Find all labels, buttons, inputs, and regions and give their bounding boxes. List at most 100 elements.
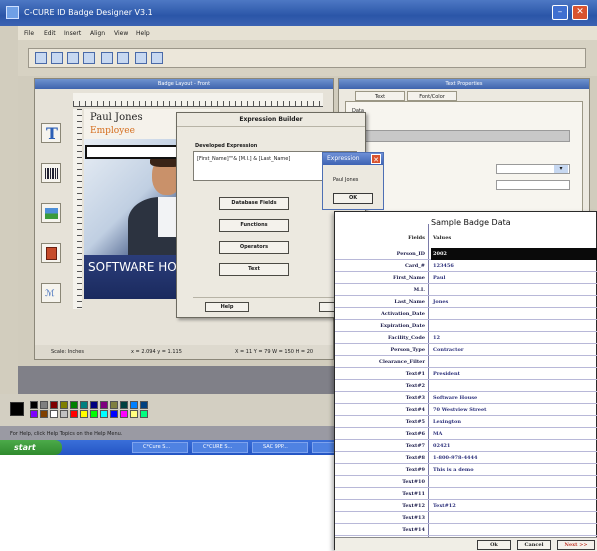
help-button[interactable]: Help xyxy=(205,302,249,312)
palette-swatch[interactable] xyxy=(40,410,48,418)
field-value-input[interactable] xyxy=(431,284,597,296)
paste-icon[interactable] xyxy=(101,52,113,64)
minimize-button[interactable]: – xyxy=(552,5,568,20)
badge-role-text[interactable]: Employee xyxy=(90,126,135,136)
barcode-tool-icon[interactable] xyxy=(41,163,61,183)
table-row: Text#3 Software House xyxy=(335,392,597,404)
palette-swatch[interactable] xyxy=(110,401,118,409)
field-value-input[interactable] xyxy=(431,524,597,536)
palette-swatch[interactable] xyxy=(40,401,48,409)
close-button[interactable]: ✕ xyxy=(572,5,588,20)
field-value-input[interactable]: Paul xyxy=(431,272,597,284)
field-value-input[interactable]: President xyxy=(431,368,597,380)
menu-align[interactable]: Align xyxy=(90,30,105,37)
preview-icon[interactable] xyxy=(151,52,163,64)
table-row: Facility_Code 12 xyxy=(335,332,597,344)
tab-text[interactable]: Text xyxy=(355,91,405,101)
field-value-input[interactable] xyxy=(431,308,597,320)
field-value-input[interactable] xyxy=(431,380,597,392)
photo-tool-icon[interactable] xyxy=(41,243,61,263)
field-value-input[interactable] xyxy=(431,476,597,488)
chevron-down-icon[interactable]: ▾ xyxy=(554,165,568,173)
field-value-input[interactable]: This is a demo xyxy=(431,464,597,476)
functions-button[interactable]: Functions xyxy=(219,219,289,232)
palette-swatch[interactable] xyxy=(50,401,58,409)
palette-swatch[interactable] xyxy=(90,410,98,418)
palette-swatch[interactable] xyxy=(30,410,38,418)
field-value-input[interactable]: Jones xyxy=(431,296,597,308)
grid-icon[interactable] xyxy=(51,52,63,64)
foreground-color-swatch[interactable] xyxy=(10,402,24,416)
cut-icon[interactable] xyxy=(67,52,79,64)
palette-swatch[interactable] xyxy=(130,401,138,409)
image-tool-icon[interactable] xyxy=(41,203,61,223)
field-value-input[interactable]: 70 Westview Street xyxy=(431,404,597,416)
palette-swatch[interactable] xyxy=(30,401,38,409)
database-fields-button[interactable]: Database Fields xyxy=(219,197,289,210)
palette-swatch[interactable] xyxy=(80,410,88,418)
palette-swatch[interactable] xyxy=(100,401,108,409)
table-row: Activation_Date xyxy=(335,308,597,320)
palette-swatch[interactable] xyxy=(120,401,128,409)
palette-swatch[interactable] xyxy=(60,410,68,418)
operators-button[interactable]: Operators xyxy=(219,241,289,254)
data-field[interactable] xyxy=(356,130,570,142)
field-value-input[interactable]: Lexington xyxy=(431,416,597,428)
field-value-input[interactable]: Software House xyxy=(431,392,597,404)
field-value-input[interactable]: Text#12 xyxy=(431,500,597,512)
close-icon[interactable]: ✕ xyxy=(371,154,381,164)
palette-swatch[interactable] xyxy=(70,410,78,418)
signature-tool-icon[interactable]: ℳ xyxy=(41,283,61,303)
palette-swatch[interactable] xyxy=(50,410,58,418)
field-value-input[interactable] xyxy=(431,512,597,524)
popup-ok-button[interactable]: OK xyxy=(333,193,373,204)
menu-view[interactable]: View xyxy=(114,30,128,37)
palette-swatch[interactable] xyxy=(140,401,148,409)
palette-swatch[interactable] xyxy=(90,401,98,409)
field-name: Text#4 xyxy=(405,407,425,413)
field-value-input[interactable]: MA xyxy=(431,428,597,440)
menu-file[interactable]: File xyxy=(24,30,34,37)
start-button[interactable]: start xyxy=(0,440,62,455)
copy-icon[interactable] xyxy=(83,52,95,64)
palette-swatch[interactable] xyxy=(80,401,88,409)
save-icon[interactable] xyxy=(35,52,47,64)
undo-icon[interactable] xyxy=(117,52,129,64)
text-tool-icon[interactable]: T xyxy=(41,123,61,143)
sample-next-button[interactable]: Next >> xyxy=(557,540,595,550)
field-name: Text#14 xyxy=(402,527,425,533)
field-name: Facility_Code xyxy=(388,335,425,341)
palette-swatch[interactable] xyxy=(100,410,108,418)
size-field[interactable] xyxy=(496,180,570,190)
badge-name-text[interactable]: Paul Jones xyxy=(90,112,143,123)
field-value-input[interactable] xyxy=(431,488,597,500)
sample-cancel-button[interactable]: Cancel xyxy=(517,540,551,550)
field-value-input[interactable]: 2002 xyxy=(431,248,597,260)
menu-insert[interactable]: Insert xyxy=(64,30,81,37)
text-button[interactable]: Text xyxy=(219,263,289,276)
table-row: Text#11 xyxy=(335,488,597,500)
tab-font-color[interactable]: Font/Color xyxy=(407,91,457,101)
taskbar-item-sac[interactable]: SAC 9PP... xyxy=(252,442,308,453)
palette-swatch[interactable] xyxy=(110,410,118,418)
taskbar-item-ccure-2[interactable]: C*CURE S... xyxy=(192,442,248,453)
field-value-input[interactable]: 02421 xyxy=(431,440,597,452)
table-row: Text#1 President xyxy=(335,368,597,380)
palette-swatch[interactable] xyxy=(60,401,68,409)
palette-swatch[interactable] xyxy=(140,410,148,418)
palette-swatch[interactable] xyxy=(120,410,128,418)
field-value-input[interactable]: Contractor xyxy=(431,344,597,356)
menu-edit[interactable]: Edit xyxy=(44,30,56,37)
palette-swatch[interactable] xyxy=(70,401,78,409)
field-value-input[interactable] xyxy=(431,320,597,332)
field-name: Text#7 xyxy=(405,443,425,449)
print-icon[interactable] xyxy=(135,52,147,64)
field-value-input[interactable]: 12 xyxy=(431,332,597,344)
field-value-input[interactable]: 123456 xyxy=(431,260,597,272)
field-value-input[interactable]: 1-800-978-4444 xyxy=(431,452,597,464)
menu-help[interactable]: Help xyxy=(136,30,150,37)
palette-swatch[interactable] xyxy=(130,410,138,418)
field-value-input[interactable] xyxy=(431,356,597,368)
taskbar-item-ccure-1[interactable]: C*Cure S... xyxy=(132,442,188,453)
sample-ok-button[interactable]: Ok xyxy=(477,540,511,550)
